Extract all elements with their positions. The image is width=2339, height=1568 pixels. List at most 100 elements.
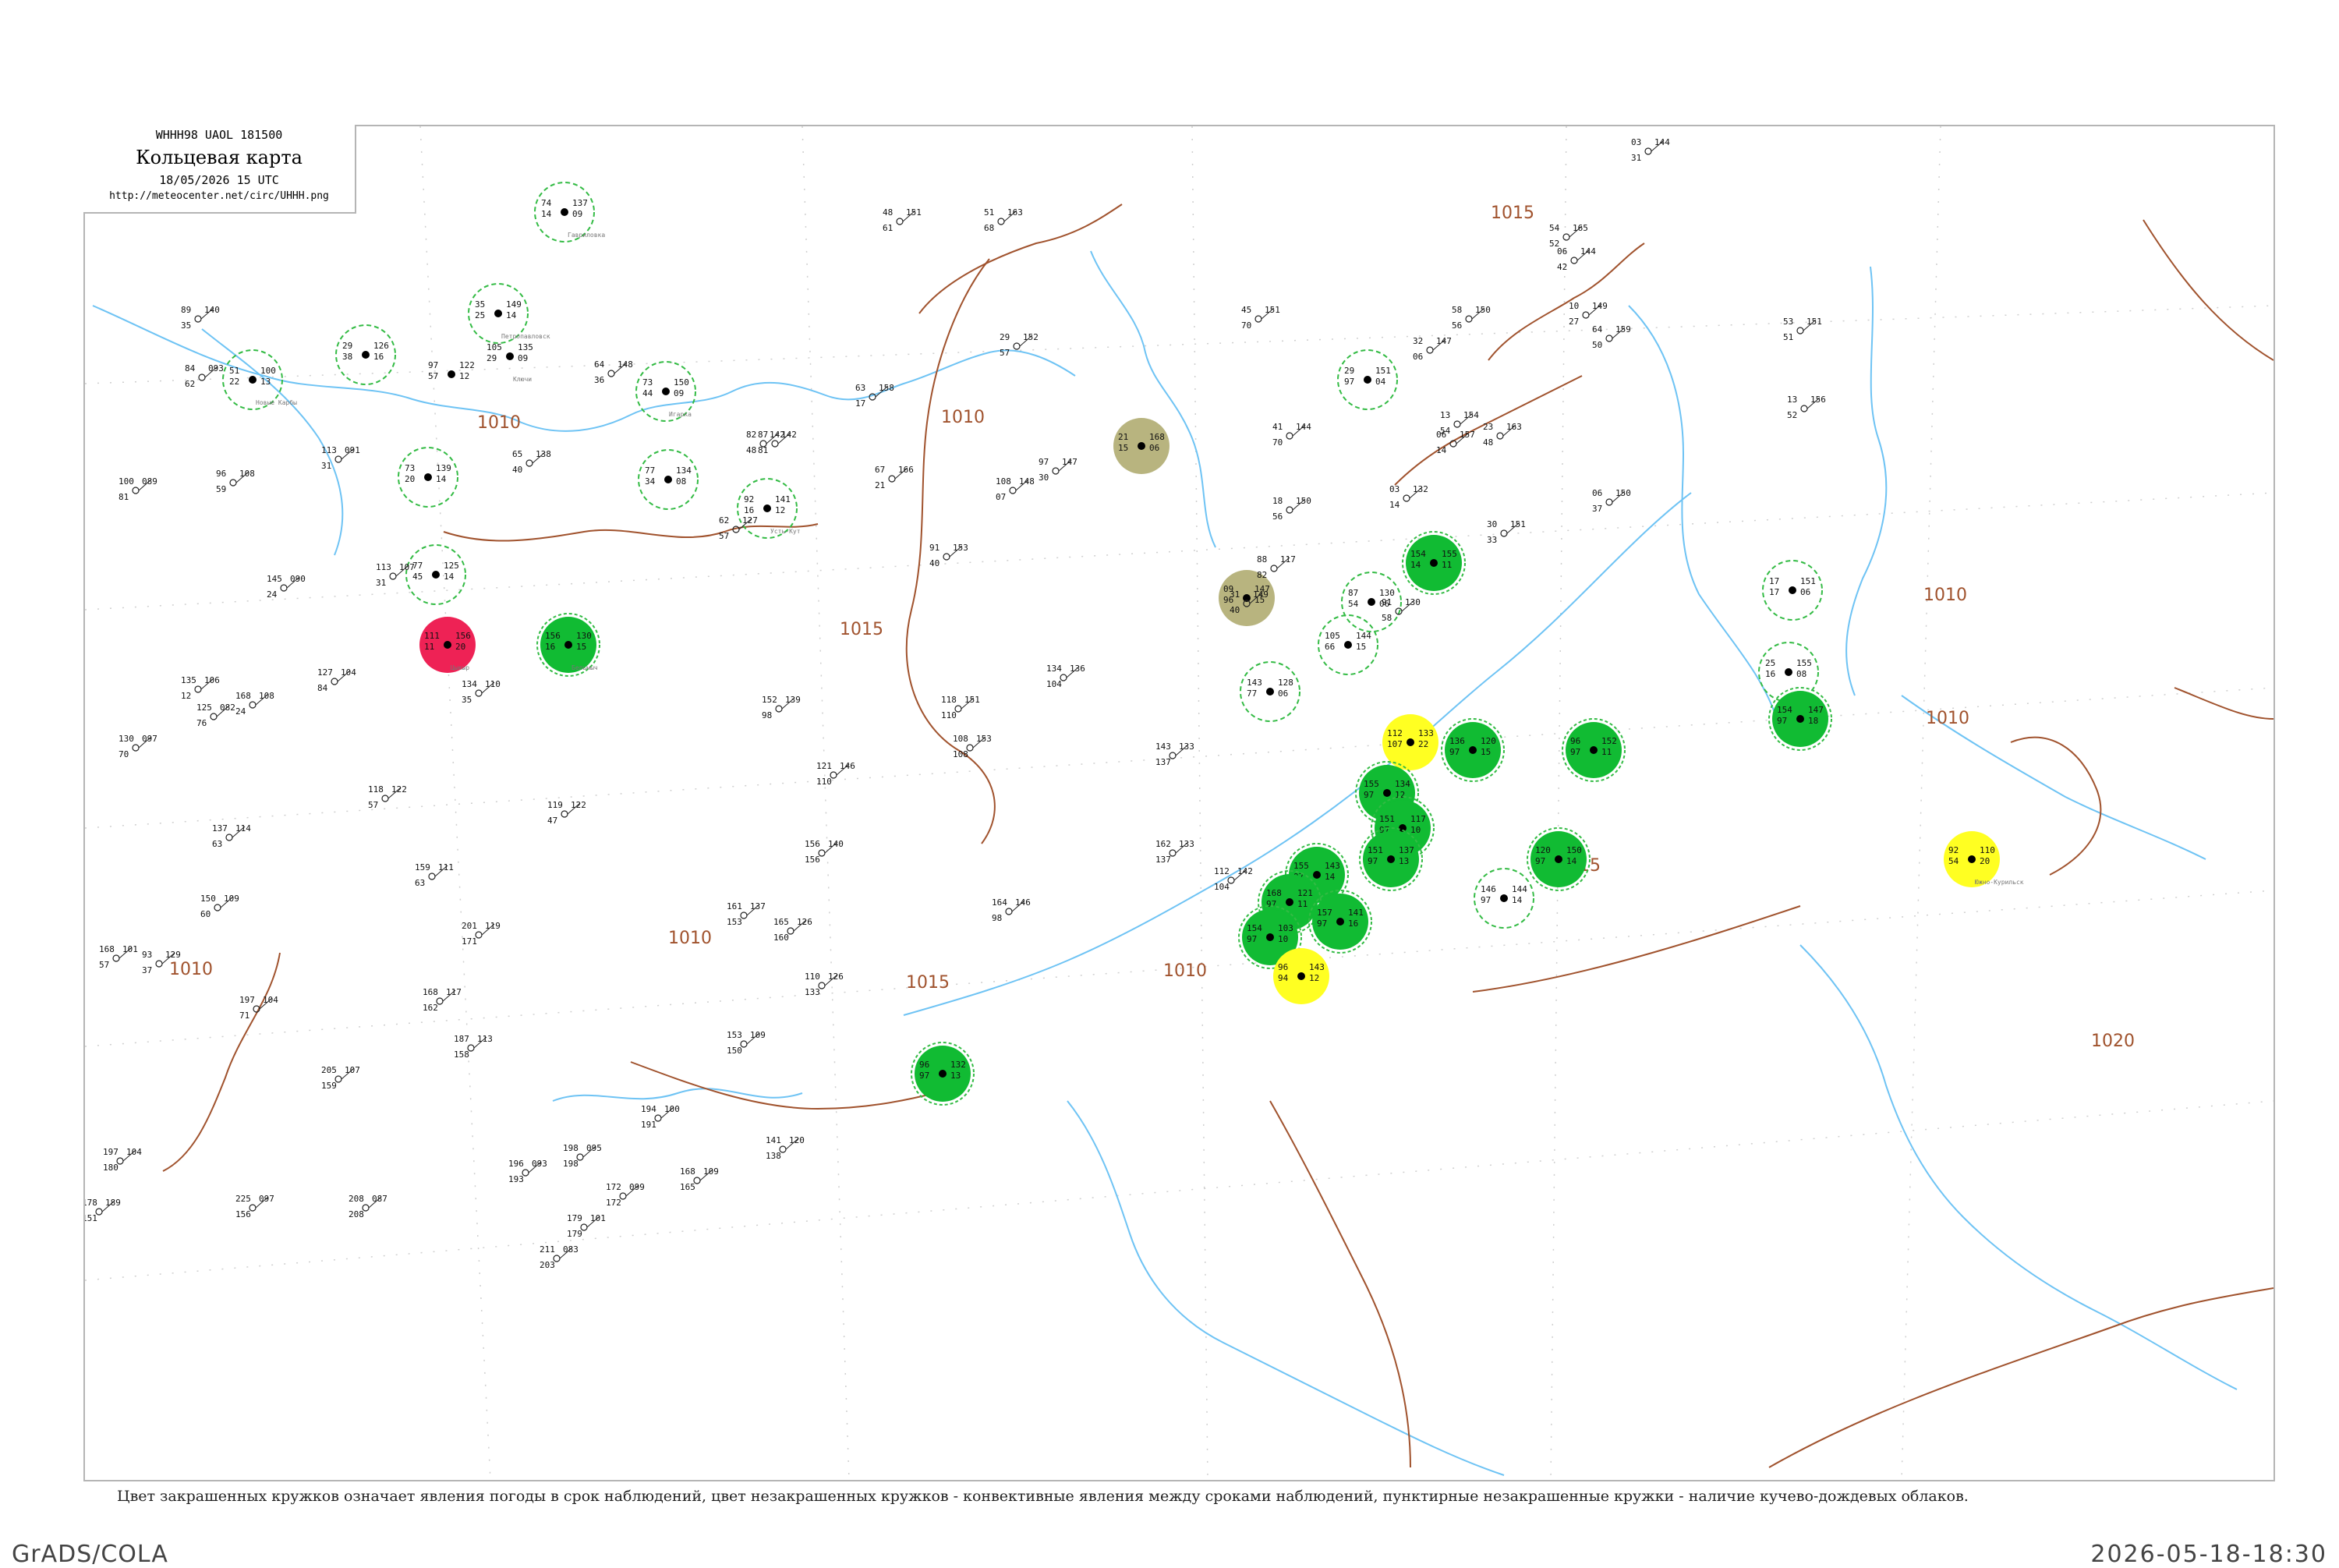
station-dot — [1286, 898, 1293, 906]
station-dewpoint: 150 — [727, 1046, 742, 1056]
grid-line — [801, 126, 850, 1480]
station-dewpoint: 110 — [941, 710, 957, 720]
station-marker: 154 155 14 11 — [1402, 531, 1466, 595]
station-dewpoint: 97 — [919, 1071, 929, 1081]
station-marker: 157 141 97 16 — [1308, 890, 1372, 954]
station-tendency: 14 — [444, 572, 455, 582]
station-pressure: 117 — [1280, 554, 1296, 565]
station-pressure: 163 — [1506, 422, 1522, 432]
station-dewpoint: 162 — [423, 1003, 438, 1013]
station-dewpoint: 56 — [1452, 320, 1462, 331]
station-pressure: 150 — [1475, 305, 1491, 315]
station-tendency: 08 — [676, 476, 686, 487]
station-pressure: 152 — [1601, 736, 1617, 746]
station-marker: 21 168 15 06 — [1113, 418, 1170, 474]
station-temp: 178 — [85, 1198, 97, 1208]
station-pressure: 137 — [750, 901, 766, 911]
station-pressure: 109 — [224, 894, 239, 904]
station-pressure: 165 — [1573, 223, 1588, 233]
station-dot — [1555, 855, 1562, 863]
isobar-label: 1015 — [1491, 204, 1534, 223]
station-temp: 64 — [1592, 324, 1603, 334]
station-dewpoint: 81 — [758, 445, 768, 455]
isobar-1015-central — [905, 258, 996, 844]
station-dewpoint: 203 — [540, 1260, 555, 1270]
map-frame: 1015101510101010101510151010101010151010… — [83, 125, 2275, 1481]
station-pressure: 128 — [1278, 678, 1293, 688]
station-temp: 134 — [1046, 664, 1062, 674]
station-temp: 13 — [1440, 410, 1450, 420]
isobar-label: 1015 — [840, 620, 883, 639]
station-temp: 196 — [508, 1159, 524, 1169]
station-dot — [494, 310, 502, 317]
isobar-1010-west — [443, 523, 819, 542]
station-plot: 10 149 27 — [1569, 301, 1608, 327]
station-dewpoint: 54 — [1948, 856, 1959, 866]
station-dot — [607, 370, 615, 377]
station-plot: 48 151 61 — [883, 207, 922, 233]
station-dewpoint: 35 — [181, 320, 191, 331]
station-dewpoint: 07 — [996, 492, 1006, 502]
station-plot: 145 090 24 — [267, 574, 306, 600]
station-plot: 64 159 50 — [1592, 324, 1631, 350]
station-plot: 162 133 137 — [1155, 839, 1194, 865]
station-dot — [1336, 918, 1344, 926]
station-temp: 141 — [766, 1135, 781, 1145]
station-pressure: 121 — [1297, 888, 1313, 898]
station-dot — [1465, 315, 1473, 323]
station-dot — [1364, 376, 1371, 384]
station-pressure: 108 — [259, 691, 274, 701]
station-pressure: 137 — [1399, 845, 1414, 855]
station-plot: 45 151 70 — [1241, 305, 1280, 331]
coastline-sakhalin — [1845, 266, 1888, 696]
station-pressure: 134 — [1395, 779, 1410, 789]
station-marker: 96 132 97 13 — [911, 1042, 975, 1106]
station-pressure: 151 — [964, 695, 980, 705]
station-pressure: 151 — [1510, 519, 1526, 529]
station-pressure: 144 — [1296, 422, 1311, 432]
station-pressure: 103 — [1278, 923, 1293, 933]
station-pressure: 111 — [438, 862, 454, 872]
station-plot: 143 133 137 — [1155, 742, 1194, 767]
station-tendency: 15 — [576, 642, 586, 652]
station-temp: 168 — [423, 987, 438, 997]
station-dot — [1453, 420, 1461, 428]
station-pressure: 119 — [485, 921, 501, 931]
station-temp: 136 — [1449, 736, 1465, 746]
station-dot — [662, 388, 670, 395]
isobar-1010-se — [2010, 736, 2102, 876]
station-temp: 110 — [805, 972, 820, 982]
station-dot — [561, 810, 568, 818]
station-temp: 96 — [1570, 736, 1580, 746]
station-dewpoint: 138 — [766, 1151, 781, 1161]
station-dewpoint: 97 — [1344, 377, 1354, 387]
station-dewpoint: 54 — [1348, 599, 1359, 609]
station-tendency: 14 — [506, 310, 517, 320]
station-tendency: 16 — [373, 352, 384, 362]
isobar-label: 1010 — [477, 413, 521, 433]
station-plot: 119 122 47 — [547, 800, 586, 826]
station-temp: 134 — [462, 679, 477, 689]
station-pressure: 106 — [204, 675, 220, 685]
station-pressure: 093 — [532, 1159, 547, 1169]
station-pressure: 157 — [1460, 430, 1475, 440]
station-dot — [389, 572, 397, 580]
station-tendency: 11 — [1297, 899, 1308, 909]
station-plot: 165 126 160 — [773, 917, 812, 943]
station-plot: 54 165 52 — [1549, 223, 1588, 249]
map-title: Кольцевая карта — [136, 147, 303, 168]
station-dewpoint: 57 — [99, 960, 109, 970]
station-dot — [1796, 715, 1804, 723]
station-dewpoint: 40 — [929, 558, 939, 568]
station-temp: 45 — [1241, 305, 1251, 315]
station-dewpoint: 97 — [1368, 856, 1378, 866]
isobar-label: 1020 — [2091, 1032, 2135, 1051]
station-marker: 112 133 107 22 — [1382, 714, 1438, 770]
station-temp: 29 — [1000, 332, 1010, 342]
station-tendency: 09 — [674, 388, 684, 398]
station-pressure: 126 — [373, 341, 389, 351]
station-dot — [475, 689, 483, 697]
station-marker: 143 128 77 06 — [1240, 661, 1300, 722]
grid-line — [85, 1100, 2274, 1281]
station-temp: 208 — [349, 1194, 364, 1204]
